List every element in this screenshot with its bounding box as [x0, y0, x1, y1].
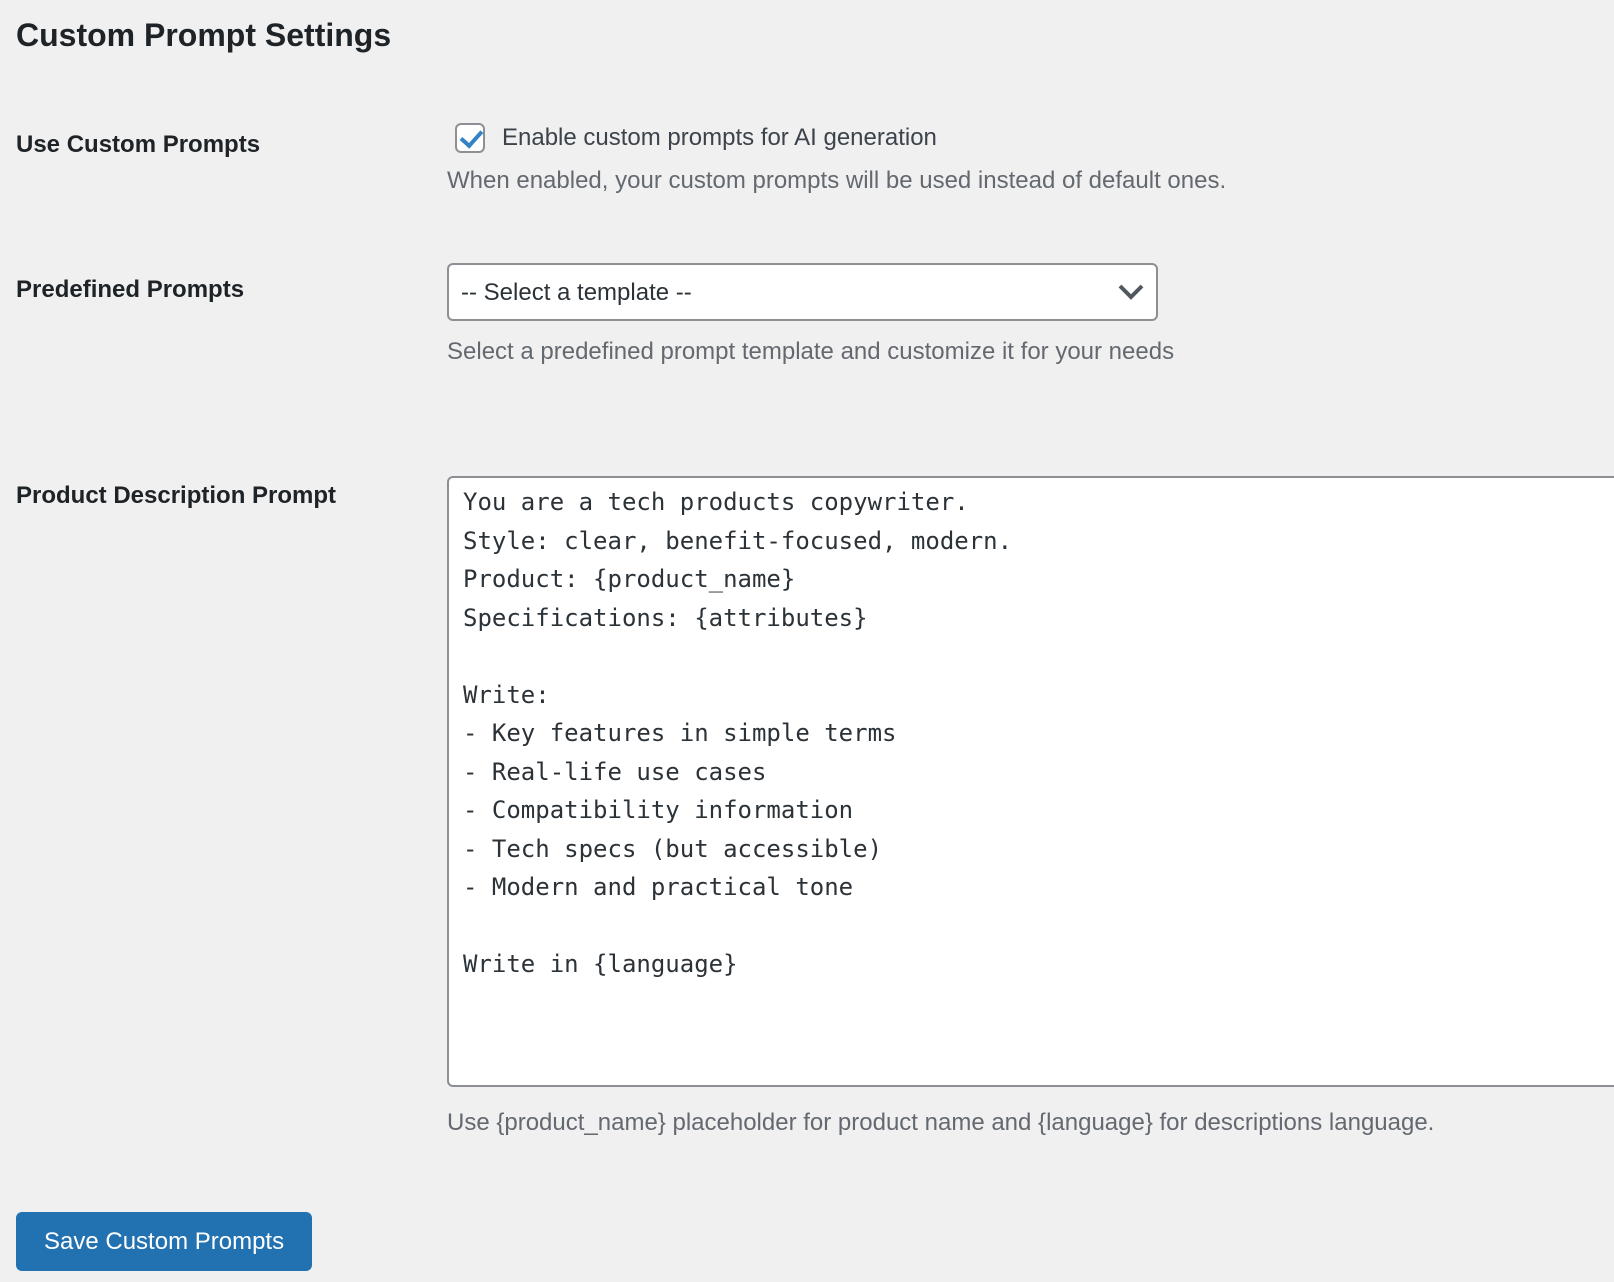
save-button[interactable]: Save Custom Prompts [16, 1212, 313, 1271]
product-description-prompt-textarea[interactable]: You are a tech products copywriter. Styl… [447, 476, 1614, 1087]
product-description-prompt-description: Use {product_name} placeholder for produ… [447, 1109, 1435, 1136]
enable-custom-prompts-checkbox-label[interactable]: Enable custom prompts for AI generation [502, 124, 937, 152]
settings-page: Custom Prompt Settings Use Custom Prompt… [0, 14, 1614, 1271]
template-select-wrap: -- Select a template -- [447, 263, 1158, 321]
enable-custom-prompts-checkbox[interactable] [455, 123, 485, 153]
row-product-description-prompt: Product Description Prompt You are a tec… [16, 476, 1614, 1137]
enable-custom-prompts-option[interactable]: Enable custom prompts for AI generation [447, 122, 1614, 154]
page-title: Custom Prompt Settings [16, 17, 392, 53]
template-select[interactable]: -- Select a template -- [447, 263, 1158, 321]
predefined-prompts-description: Select a predefined prompt template and … [447, 338, 1175, 365]
use-custom-prompts-description: When enabled, your custom prompts will b… [447, 167, 1227, 194]
use-custom-prompts-label: Use Custom Prompts [16, 131, 261, 158]
row-predefined-prompts: Predefined Prompts -- Select a template … [16, 263, 1614, 366]
predefined-prompts-label: Predefined Prompts [16, 276, 245, 303]
product-description-prompt-label: Product Description Prompt [16, 482, 337, 509]
row-use-custom-prompts: Use Custom Prompts Enable custom prompts… [16, 122, 1614, 195]
